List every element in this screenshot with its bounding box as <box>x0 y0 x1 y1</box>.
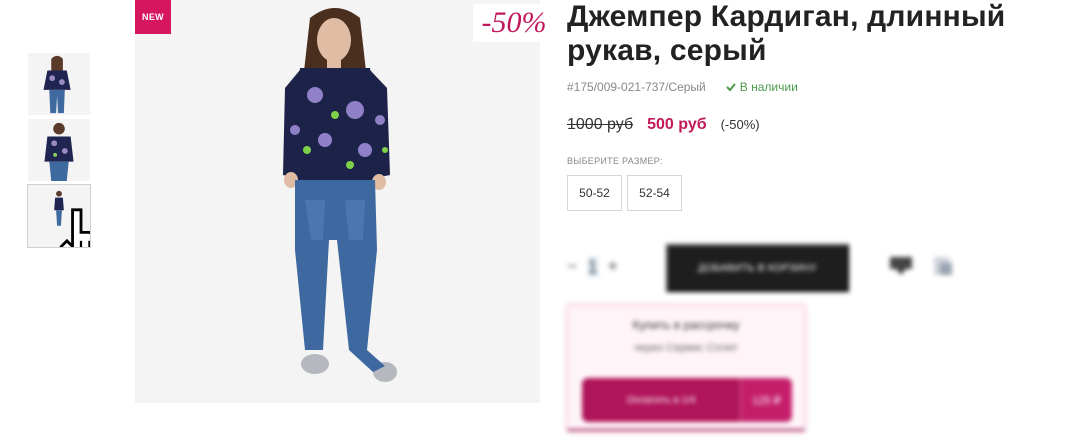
model-photo <box>135 0 540 403</box>
installment-button[interactable]: Оплатить в 1/4 <box>582 378 740 422</box>
price-block: 1000 руб 500 руб (-50%) <box>567 116 1082 134</box>
compare-icon[interactable] <box>888 253 914 279</box>
quantity-stepper[interactable]: − 1 + <box>567 256 618 277</box>
product-meta: #175/009-021-737/Серый В наличии <box>567 80 1082 94</box>
size-options: 50-52 52-54 <box>567 175 1082 211</box>
stock-status: В наличии <box>726 80 798 94</box>
size-label: ВЫБЕРИТЕ РАЗМЕР: <box>567 156 663 166</box>
promo-buttons: Оплатить в 1/4 125 ₽ <box>582 378 792 422</box>
new-badge: NEW <box>135 0 171 34</box>
favorite-icon[interactable] <box>930 253 956 279</box>
thumbnail-1[interactable] <box>27 52 91 116</box>
add-to-cart-button[interactable]: ДОБАВИТЬ В КОРЗИНУ <box>666 244 849 292</box>
product-title: Джемпер Кардиган, длинный рукав, серый <box>567 0 1006 67</box>
minus-icon[interactable]: − <box>567 256 578 277</box>
plus-icon[interactable]: + <box>608 256 619 277</box>
price-old: 1000 руб <box>567 116 634 133</box>
promo-title: Купить в рассрочку <box>632 318 740 332</box>
product-info: Джемпер Кардиган, длинный рукав, серый #… <box>567 0 1082 211</box>
installment-amount[interactable]: 125 ₽ <box>740 378 792 422</box>
thumbnail-1-image <box>28 53 90 115</box>
promo-subtitle: через Сервис Сплит <box>633 342 739 354</box>
thumbnail-3[interactable] <box>27 184 91 248</box>
price-new: 500 руб <box>647 116 707 133</box>
stock-label: В наличии <box>739 80 798 94</box>
thumbnail-2-image <box>28 119 90 181</box>
check-icon <box>726 83 736 92</box>
discount-badge: -50% <box>473 4 555 42</box>
installment-promo: Купить в рассрочку через Сервис Сплит Оп… <box>567 305 805 431</box>
price-discount: (-50%) <box>720 117 760 132</box>
thumbnail-list <box>27 52 93 250</box>
product-main-image[interactable]: NEW <box>135 0 540 403</box>
product-sku: #175/009-021-737/Серый <box>567 80 706 94</box>
thumbnail-2[interactable] <box>27 118 91 182</box>
size-option-52-54[interactable]: 52-54 <box>627 175 682 211</box>
cursor-hand-icon <box>59 208 90 247</box>
size-option-50-52[interactable]: 50-52 <box>567 175 622 211</box>
quantity-value[interactable]: 1 <box>587 256 598 277</box>
